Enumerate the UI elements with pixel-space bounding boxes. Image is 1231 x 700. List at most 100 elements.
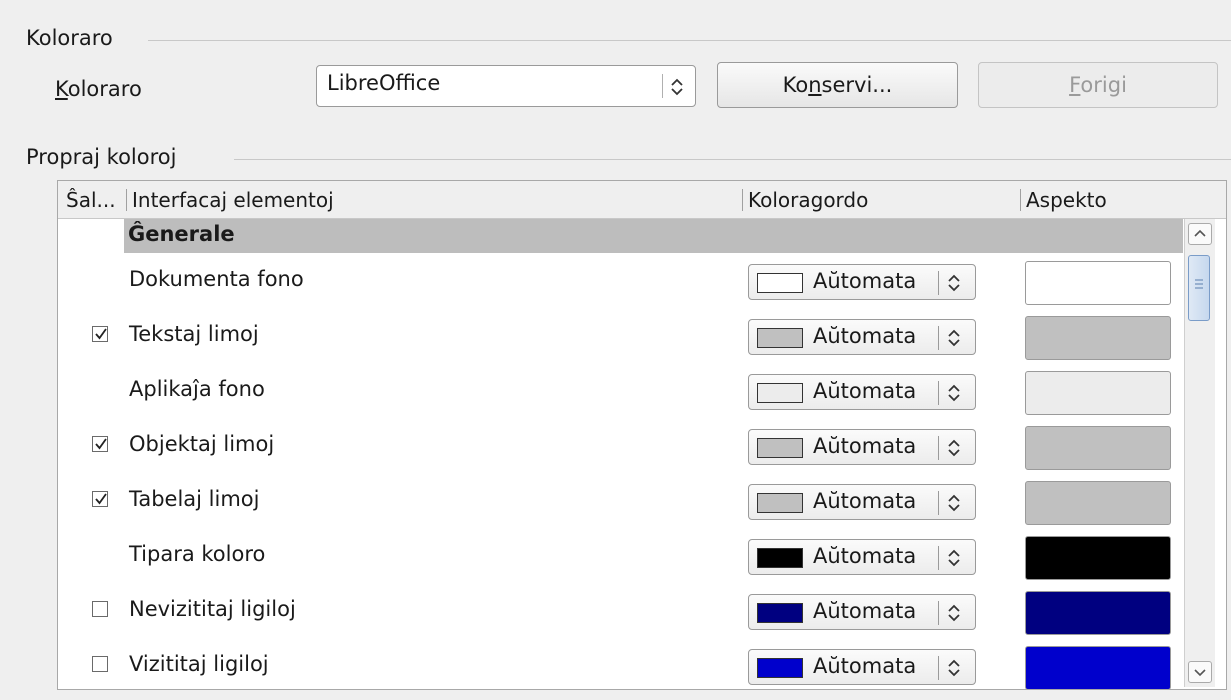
save-scheme-button[interactable]: Konservi...	[717, 62, 958, 108]
color-dropdown[interactable]: Aŭtomata	[748, 539, 976, 575]
table-row[interactable]: Dokumenta fono Aŭtomata	[58, 253, 1178, 309]
scroll-up-button[interactable]	[1188, 223, 1212, 245]
color-dropdown-label: Aŭtomata	[813, 434, 917, 458]
color-swatch	[757, 493, 803, 513]
chevron-up-icon	[1194, 229, 1206, 237]
color-dropdown[interactable]: Aŭtomata	[748, 264, 976, 300]
scheme-label: Koloraro	[55, 77, 142, 101]
color-preview	[1025, 591, 1171, 635]
color-dropdown[interactable]: Aŭtomata	[748, 649, 976, 685]
updown-arrows-icon	[948, 494, 960, 512]
color-preview	[1025, 371, 1171, 415]
color-dropdown-label: Aŭtomata	[813, 324, 917, 348]
color-dropdown-separator	[938, 326, 939, 350]
checkmark-icon	[95, 493, 107, 505]
scheme-label-rest: oloraro	[67, 77, 142, 101]
updown-arrows-icon	[948, 439, 960, 457]
row-name: Objektaj limoj	[129, 432, 275, 456]
color-preview	[1025, 481, 1171, 525]
chevron-down-icon	[1194, 669, 1206, 677]
color-swatch	[757, 603, 803, 623]
scheme-section-separator	[148, 40, 1231, 41]
color-swatch	[757, 273, 803, 293]
color-dropdown-separator	[938, 436, 939, 460]
color-dropdown[interactable]: Aŭtomata	[748, 484, 976, 520]
table-row[interactable]: Tekstaj limoj Aŭtomata	[58, 308, 1178, 364]
scroll-down-button[interactable]	[1188, 661, 1212, 683]
color-dropdown[interactable]: Aŭtomata	[748, 319, 976, 355]
color-preview	[1025, 426, 1171, 470]
row-name: Aplikaĵa fono	[129, 377, 265, 401]
scheme-select[interactable]: LibreOffice	[316, 65, 696, 107]
scroll-thumb[interactable]	[1188, 255, 1210, 321]
header-color[interactable]: Koloragordo	[748, 181, 869, 219]
header-toggle[interactable]: Ŝal...	[66, 181, 116, 219]
custom-colors-title: Propraj koloroj	[26, 145, 177, 169]
table-row[interactable]: Objektaj limoj Aŭtomata	[58, 418, 1178, 474]
updown-arrows-icon	[948, 604, 960, 622]
row-name: Tabelaj limoj	[129, 487, 260, 511]
table-row[interactable]: Tabelaj limoj Aŭtomata	[58, 473, 1178, 529]
table-row[interactable]: Tipara koloro Aŭtomata	[58, 528, 1178, 584]
delete-mnemonic: F	[1069, 73, 1081, 97]
header-separator	[1020, 189, 1021, 211]
color-swatch	[757, 548, 803, 568]
header-preview[interactable]: Aspekto	[1026, 181, 1107, 219]
table-row[interactable]: Aplikaĵa fono Aŭtomata	[58, 363, 1178, 419]
header-separator	[126, 189, 127, 211]
checkmark-icon	[95, 438, 107, 450]
color-dropdown-label: Aŭtomata	[813, 269, 917, 293]
color-dropdown[interactable]: Aŭtomata	[748, 374, 976, 410]
row-name: Dokumenta fono	[129, 267, 304, 291]
row-checkbox[interactable]	[92, 491, 108, 507]
header-element[interactable]: Interfacaj elementoj	[132, 181, 334, 219]
scheme-section-title: Koloraro	[26, 26, 113, 50]
color-swatch	[757, 383, 803, 403]
row-checkbox[interactable]	[92, 601, 108, 617]
custom-colors-table[interactable]: Ŝal... Interfacaj elementoj Koloragordo …	[57, 180, 1227, 690]
color-dropdown-label: Aŭtomata	[813, 489, 917, 513]
delete-scheme-button[interactable]: Forigi	[978, 62, 1218, 108]
color-preview	[1025, 646, 1171, 689]
row-name: Nevizititaj ligiloj	[129, 597, 296, 621]
color-dropdown-separator	[938, 271, 939, 295]
grip-icon	[1195, 279, 1203, 289]
updown-arrows-icon	[948, 384, 960, 402]
row-checkbox[interactable]	[92, 656, 108, 672]
group-label: Ĝenerale	[128, 222, 235, 246]
scheme-select-value: LibreOffice	[327, 71, 441, 95]
updown-arrows-icon	[948, 274, 960, 292]
vertical-scrollbar[interactable]	[1184, 219, 1215, 687]
color-dropdown-label: Aŭtomata	[813, 654, 917, 678]
row-checkbox[interactable]	[92, 326, 108, 342]
color-preview	[1025, 536, 1171, 580]
row-name: Tipara koloro	[129, 542, 266, 566]
updown-arrows-icon	[948, 549, 960, 567]
color-dropdown-separator	[938, 491, 939, 515]
scheme-label-mnemonic: K	[55, 77, 68, 101]
color-dropdown[interactable]: Aŭtomata	[748, 429, 976, 465]
row-name: Vizititaj ligiloj	[129, 652, 269, 676]
color-dropdown[interactable]: Aŭtomata	[748, 594, 976, 630]
color-dropdown-label: Aŭtomata	[813, 599, 917, 623]
row-name: Tekstaj limoj	[129, 322, 259, 346]
table-row[interactable]: Vizititaj ligiloj Aŭtomata	[58, 638, 1178, 689]
color-dropdown-label: Aŭtomata	[813, 379, 917, 403]
row-checkbox[interactable]	[92, 436, 108, 452]
save-scheme-button-label: Konservi...	[782, 73, 893, 97]
updown-arrows-icon	[948, 659, 960, 677]
table-row[interactable]: Nevizititaj ligiloj Aŭtomata	[58, 583, 1178, 639]
color-swatch	[757, 438, 803, 458]
color-dropdown-label: Aŭtomata	[813, 544, 917, 568]
checkmark-icon	[95, 328, 107, 340]
delete-scheme-button-label: Forigi	[1069, 73, 1127, 97]
color-preview	[1025, 261, 1171, 305]
color-dropdown-separator	[938, 656, 939, 680]
save-mnemonic: n	[808, 73, 822, 97]
group-row-general: Ĝenerale	[124, 219, 1183, 253]
color-swatch	[757, 328, 803, 348]
color-swatch	[757, 658, 803, 678]
updown-arrows-icon	[671, 78, 683, 96]
color-dropdown-separator	[938, 601, 939, 625]
header-separator	[742, 189, 743, 211]
